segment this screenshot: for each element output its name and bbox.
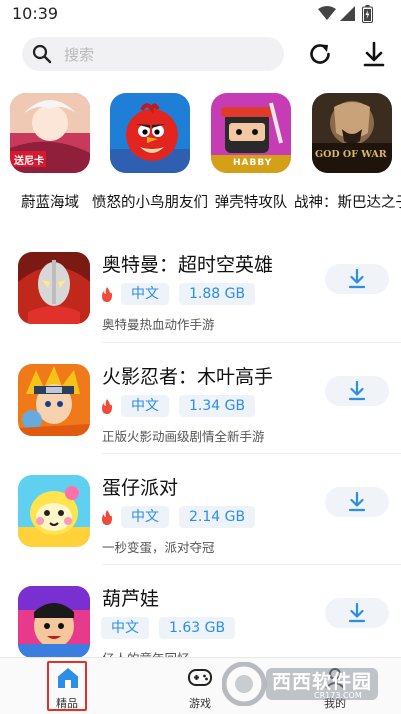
download-arrow-icon [348,381,366,401]
featured-badge: GOD OF WAR [315,149,387,160]
fire-icon [102,286,112,302]
fire-icon [102,509,112,525]
download-arrow-icon [348,603,366,623]
naruto-icon [18,364,90,436]
god-of-war-icon: GOD OF WAR [312,93,392,173]
featured-carousel[interactable]: 送尼卡 蔚蓝海域 愤怒的小鸟朋友们 HABBY 弹壳特攻队 GOD OF WAR… [0,91,401,216]
app-tags: 中文 1.88 GB [101,283,265,305]
search-placeholder: 搜索 [64,46,95,64]
download-button[interactable] [325,598,389,628]
size-tag: 1.88 GB [179,283,256,305]
fire-icon [102,398,112,414]
app-title: 蛋仔派对 [102,477,179,499]
status-time: 10:39 [12,4,59,23]
featured-item[interactable]: HABBY 弹壳特攻队 [201,91,301,216]
download-button[interactable] [325,376,389,406]
wifi-icon [318,6,336,20]
search-icon [32,44,52,64]
list-item[interactable]: 葫芦娃 中文 1.63 GB 亿人的童年回忆 [0,586,401,657]
featured-badge: 送尼卡 [14,156,44,167]
anime-pirate-icon: 送尼卡 [10,93,90,173]
status-bar: 10:39 [0,0,401,28]
signal-icon [340,6,355,21]
divider [102,564,401,565]
habby-warrior-icon: HABBY [211,93,291,173]
search-input[interactable]: 搜索 [22,37,284,71]
size-tag: 1.34 GB [179,395,256,417]
app-title: 奥特曼：超时空英雄 [102,254,274,276]
download-button[interactable] [325,487,389,517]
app-tags: 中文 1.63 GB [101,617,245,639]
download-icon[interactable] [360,40,388,68]
nav-tab-games[interactable]: 游戏 [170,658,230,714]
language-tag: 中文 [101,617,149,639]
featured-badge: HABBY [233,158,273,168]
app-title: 火影忍者：木叶高手 [102,366,274,388]
featured-label: 蔚蓝海域 [21,195,79,211]
app-tags: 中文 2.14 GB [101,506,265,528]
featured-label: 弹壳特攻队 [214,195,288,211]
app-tags: 中文 1.34 GB [101,395,265,417]
featured-label: 愤怒的小鸟朋友们 [92,195,208,211]
featured-item[interactable]: 愤怒的小鸟朋友们 [92,91,208,216]
app-description: 正版火影动画级剧情全新手游 [102,429,265,444]
list-item[interactable]: 奥特曼：超时空英雄 中文 1.88 GB 奥特曼热血动作手游 [0,252,401,364]
divider [102,342,401,343]
app-description: 一秒变蛋，派对夺冠 [102,540,215,555]
featured-item[interactable]: 送尼卡 蔚蓝海域 [0,91,100,216]
angry-bird-icon [110,93,190,173]
watermark-subtext: CR173.COM [314,691,362,700]
eggy-party-icon [18,475,90,547]
list-item[interactable]: 蛋仔派对 中文 2.14 GB 一秒变蛋，派对夺冠 [0,475,401,587]
language-tag: 中文 [121,283,169,305]
download-arrow-icon [348,492,366,512]
refresh-icon[interactable] [306,40,334,68]
watermark-logo: 西西软件园 CR173.COM [222,662,382,706]
calabash-brothers-icon [18,586,90,657]
app-description: 亿人的童年回忆 [102,648,190,657]
download-button[interactable] [325,264,389,294]
app-title: 葫芦娃 [102,588,160,610]
watermark-text: 西西软件园 [272,671,373,693]
featured-label: 战神：斯巴达之子 [294,195,401,211]
ultraman-icon [18,252,90,324]
size-tag: 1.63 GB [159,617,236,639]
battery-icon [362,5,373,23]
size-tag: 2.14 GB [179,506,256,528]
featured-item[interactable]: GOD OF WAR 战神：斯巴达之子 [294,91,401,216]
selected-tab-highlight [47,661,87,711]
language-tag: 中文 [121,506,169,528]
download-arrow-icon [348,269,366,289]
language-tag: 中文 [121,395,169,417]
app-description: 奥特曼热血动作手游 [102,317,215,332]
nav-label: 游戏 [189,697,211,710]
divider [102,453,401,454]
list-item[interactable]: 火影忍者：木叶高手 中文 1.34 GB 正版火影动画级剧情全新手游 [0,364,401,476]
gamepad-icon [188,669,212,686]
